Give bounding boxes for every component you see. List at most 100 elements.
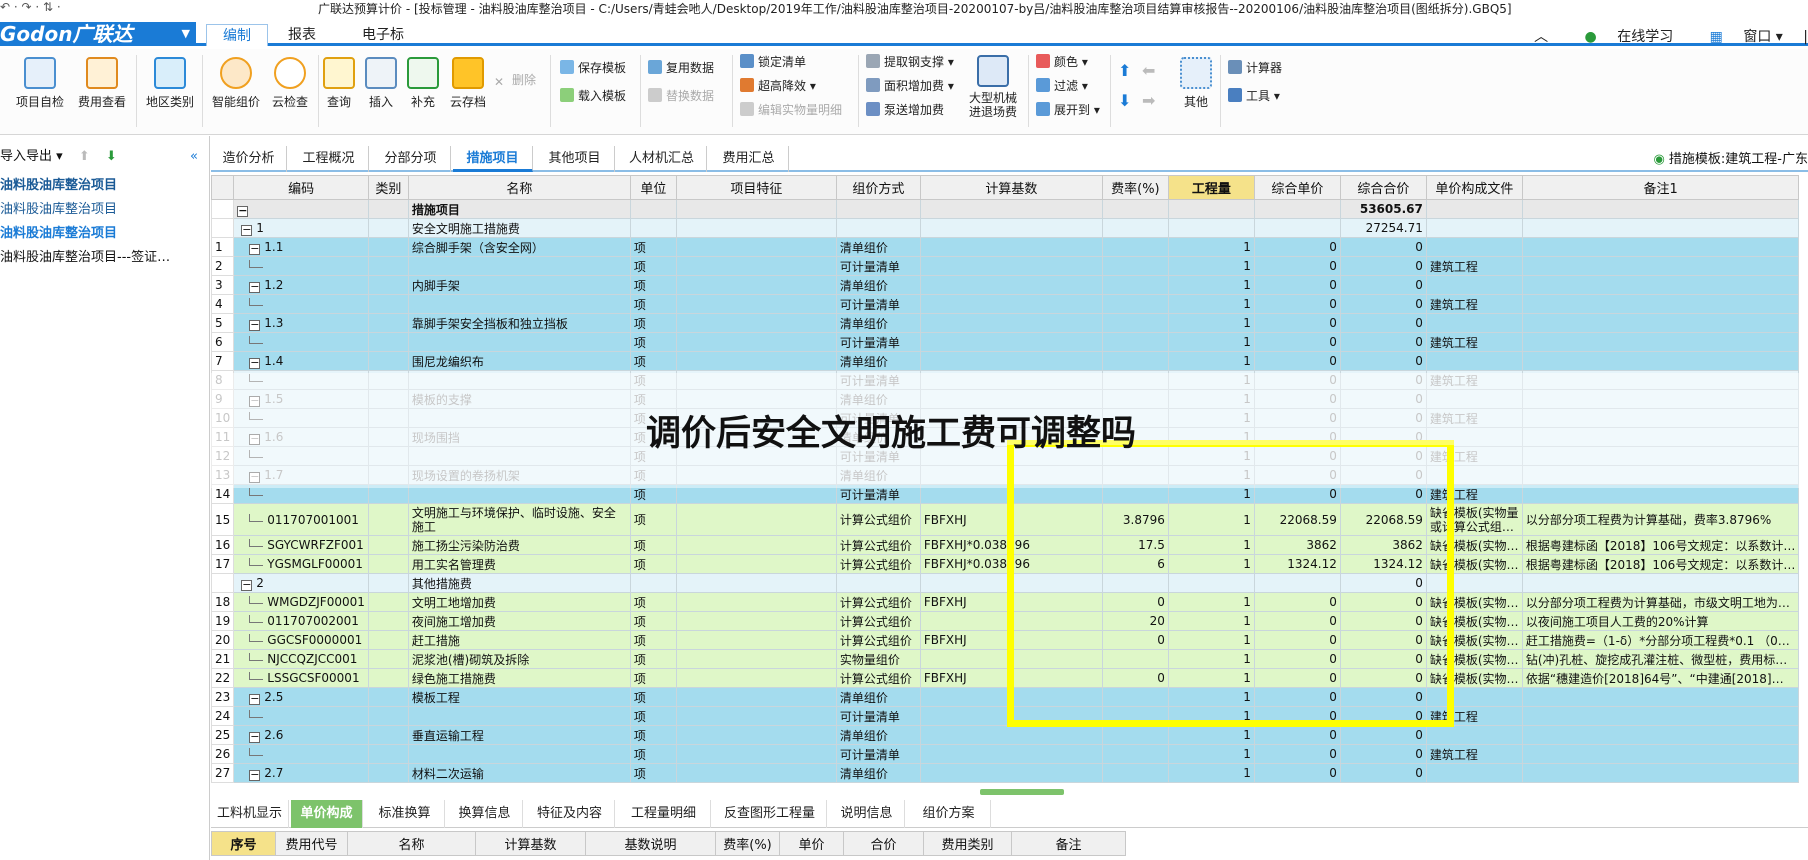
collapse-toggle-icon[interactable]: −: [249, 693, 261, 705]
cell-total[interactable]: 0: [1339, 763, 1427, 783]
cell-base[interactable]: FBFXHJ*0.038796: [919, 535, 1103, 555]
cell-note[interactable]: [1521, 275, 1800, 295]
cell-code[interactable]: [233, 294, 369, 314]
fee-view-button[interactable]: 费用查看: [72, 57, 132, 110]
cell-total[interactable]: 0: [1339, 744, 1427, 764]
table-row[interactable]: 16 SGYCWRFZF001 施工扬尘污染防治费项 计算公式组价 FBFXHJ*0.0…: [211, 535, 1800, 555]
table-row[interactable]: 13−1.7 现场设置的卷扬机架项清单组价 1 0 0: [211, 465, 1800, 485]
cell-n[interactable]: 5: [211, 313, 235, 333]
cell-method[interactable]: 可计量清单: [835, 744, 921, 764]
cell-name[interactable]: [407, 744, 631, 764]
tab-labor-material-summary[interactable]: 人材机汇总: [617, 146, 707, 172]
collapse-toggle-icon[interactable]: −: [241, 224, 253, 236]
cell-n[interactable]: 6: [211, 332, 235, 352]
cell-n[interactable]: 22: [211, 668, 235, 688]
cell-file[interactable]: [1425, 351, 1523, 371]
cell-name[interactable]: 靠脚手架安全挡板和独立挡板: [407, 313, 631, 333]
cell-note[interactable]: [1521, 199, 1800, 219]
cell-n[interactable]: 13: [211, 465, 235, 485]
cell-note[interactable]: 以分部分项工程费为计算基础，市级文明工地为…: [1521, 592, 1800, 612]
color-button[interactable]: 颜色 ▾: [1036, 53, 1088, 70]
cell-base[interactable]: [919, 256, 1103, 276]
grid-header-cell[interactable]: 综合单价: [1253, 175, 1341, 200]
cell-note[interactable]: [1521, 446, 1800, 466]
table-row[interactable]: 27−2.7 材料二次运输项清单组价 1 0 0: [211, 763, 1800, 783]
cell-unit[interactable]: 项: [629, 237, 677, 257]
cell-method[interactable]: 计算公式组价: [835, 592, 921, 612]
cell-unit[interactable]: 项: [629, 351, 677, 371]
cell-unit[interactable]: [629, 573, 677, 593]
cell-code[interactable]: YGSMGLF00001: [233, 554, 369, 574]
cell-qty[interactable]: 1: [1167, 465, 1255, 485]
table-row[interactable]: 19 011707002001 夜间施工增加费项计算公式组价 20 1 0 0 缺省模板(实物…: [211, 611, 1800, 631]
cell-note[interactable]: [1521, 484, 1800, 504]
collapse-toggle-icon[interactable]: −: [249, 281, 261, 293]
area-add-fee-button[interactable]: 面积增加费 ▾: [866, 77, 954, 94]
cell-file[interactable]: [1425, 199, 1523, 219]
cell-qty[interactable]: 1: [1167, 649, 1255, 669]
cell-feat[interactable]: [675, 554, 837, 574]
smart-pricing-button[interactable]: 智能组价: [206, 57, 266, 110]
menu-tab-report[interactable]: 报表: [276, 24, 328, 46]
cell-rate[interactable]: 0: [1101, 668, 1169, 688]
cell-feat[interactable]: [675, 465, 837, 485]
cell-total[interactable]: 0: [1339, 294, 1427, 314]
table-row[interactable]: 15 011707001001 文明施工与环境保护、临时设施、安全施工项 计算公式组价…: [211, 503, 1800, 536]
cell-type[interactable]: [367, 611, 409, 631]
cell-type[interactable]: [367, 351, 409, 371]
grid-header-cell[interactable]: 工程量: [1167, 175, 1255, 200]
cell-code[interactable]: [233, 446, 369, 466]
move-down-icon[interactable]: ⬇: [1118, 91, 1131, 110]
cell-total[interactable]: 0: [1339, 427, 1427, 447]
cell-base[interactable]: FBFXHJ: [919, 668, 1103, 688]
cell-code[interactable]: −1: [233, 218, 369, 238]
cell-total[interactable]: 22068.59: [1339, 503, 1427, 536]
cell-rate[interactable]: [1101, 275, 1169, 295]
cell-method[interactable]: 可计量清单: [835, 370, 921, 390]
collapse-toggle-icon[interactable]: −: [249, 731, 261, 743]
cell-total[interactable]: 0: [1339, 465, 1427, 485]
cell-feat[interactable]: [675, 668, 837, 688]
tree-node-unit-selected[interactable]: 油料股油库整治项目: [0, 222, 209, 246]
cell-code[interactable]: LSSGCSF00001: [233, 668, 369, 688]
cell-total[interactable]: 0: [1339, 649, 1427, 669]
cell-qty[interactable]: 1: [1167, 370, 1255, 390]
cell-price[interactable]: 0: [1253, 687, 1341, 707]
cell-unit[interactable]: 项: [629, 484, 677, 504]
cell-type[interactable]: [367, 294, 409, 314]
cell-note[interactable]: [1521, 725, 1800, 745]
table-row[interactable]: 2 项可计量清单 1 0 0 建筑工程: [211, 256, 1800, 276]
cell-n[interactable]: [211, 573, 235, 593]
lock-list-button[interactable]: 锁定清单: [740, 53, 806, 70]
cell-file[interactable]: 建筑工程: [1425, 446, 1523, 466]
move-left-icon[interactable]: ⬅: [1142, 61, 1155, 80]
cell-code[interactable]: −1.3: [233, 313, 369, 333]
cell-type[interactable]: [367, 313, 409, 333]
cell-feat[interactable]: [675, 706, 837, 726]
cell-price[interactable]: 0: [1253, 592, 1341, 612]
cell-method[interactable]: 清单组价: [835, 351, 921, 371]
collapse-toggle-icon[interactable]: −: [249, 433, 261, 445]
table-row[interactable]: 7−1.4 围尼龙编织布项清单组价 1 0 0: [211, 351, 1800, 371]
collapse-toggle-icon[interactable]: −: [249, 395, 261, 407]
cell-method[interactable]: 计算公式组价: [835, 535, 921, 555]
table-row[interactable]: 17 YGSMGLF00001 用工实名管理费项 计算公式组价 FBFXHJ*0.038…: [211, 554, 1800, 574]
table-row[interactable]: 1−1.1 综合脚手架（含安全网）项清单组价 1 0 0: [211, 237, 1800, 257]
tab-measures[interactable]: 措施项目: [453, 146, 533, 172]
cell-rate[interactable]: [1101, 237, 1169, 257]
collapse-pane-icon[interactable]: «: [190, 146, 198, 168]
cell-note[interactable]: [1521, 389, 1800, 409]
cell-note[interactable]: [1521, 256, 1800, 276]
cell-name[interactable]: 措施项目: [407, 199, 631, 219]
unit-price-header-cell[interactable]: 合价: [843, 831, 924, 856]
cell-price[interactable]: 0: [1253, 370, 1341, 390]
cell-name[interactable]: 材料二次运输: [407, 763, 631, 783]
cell-total[interactable]: 0: [1339, 237, 1427, 257]
cell-type[interactable]: [367, 370, 409, 390]
table-row[interactable]: 18 WMGDZJF00001 文明工地增加费项计算公式组价 FBFXHJ 0 1 0 0 缺省…: [211, 592, 1800, 612]
pane-splitter-handle[interactable]: [980, 789, 1064, 795]
cell-base[interactable]: [919, 294, 1103, 314]
cell-base[interactable]: [919, 218, 1103, 238]
cell-type[interactable]: [367, 554, 409, 574]
cell-name[interactable]: 文明施工与环境保护、临时设施、安全施工: [407, 503, 631, 536]
